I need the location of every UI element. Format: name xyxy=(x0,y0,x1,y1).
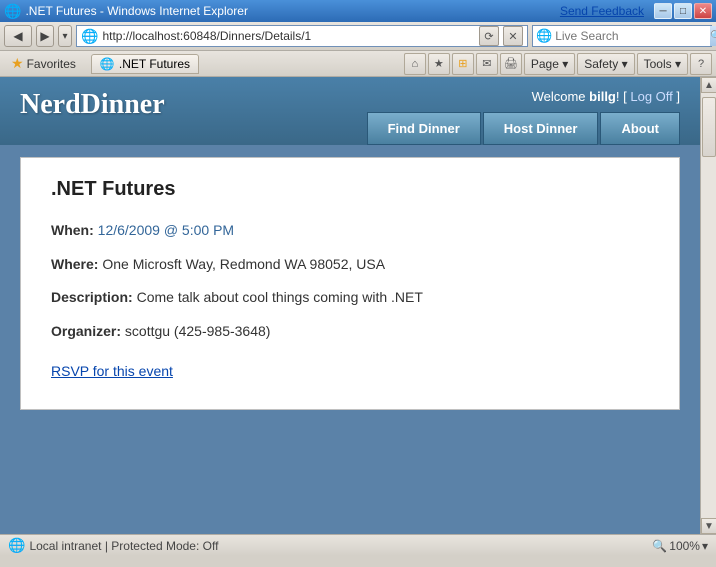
address-bar: 🌐 ⟳ ✕ xyxy=(76,25,528,47)
forward-button[interactable]: ▶ xyxy=(36,25,54,47)
status-bar: 🌐 Local intranet | Protected Mode: Off 🔍… xyxy=(0,534,716,556)
log-off-link[interactable]: Log Off xyxy=(630,89,672,104)
search-input[interactable] xyxy=(555,29,710,43)
title-bar-left: 🌐 .NET Futures - Windows Internet Explor… xyxy=(4,3,248,20)
bracket-close: ] xyxy=(673,89,680,104)
stop-button[interactable]: ✕ xyxy=(503,26,523,46)
send-feedback-link[interactable]: Send Feedback xyxy=(560,4,644,18)
favorites-icon2[interactable]: ★ xyxy=(428,53,450,75)
organizer-label: Organizer: xyxy=(51,323,121,339)
zoom-button[interactable]: 🔍 100% ▾ xyxy=(652,539,708,553)
favorites-label: Favorites xyxy=(27,57,76,71)
address-input[interactable] xyxy=(102,29,475,43)
tab-label: .NET Futures xyxy=(119,57,190,71)
organizer-value: scottgu (425-985-3648) xyxy=(125,323,271,339)
safety-button[interactable]: Safety ▾ xyxy=(577,53,634,75)
zone-globe-icon: 🌐 xyxy=(8,537,25,554)
when-label: When: xyxy=(51,222,94,238)
maximize-button[interactable]: □ xyxy=(674,3,692,19)
header-right: Welcome billg! [ Log Off ] Find Dinner H… xyxy=(367,89,680,145)
username: billg xyxy=(589,89,616,104)
minimize-button[interactable]: ─ xyxy=(654,3,672,19)
description-label: Description: xyxy=(51,289,133,305)
title-bar-controls: Send Feedback ─ □ ✕ xyxy=(560,3,712,19)
scroll-up-arrow[interactable]: ▲ xyxy=(701,77,716,93)
app-logo: NerdDinner xyxy=(20,89,165,121)
when-field: When: 12/6/2009 @ 5:00 PM xyxy=(51,221,649,241)
status-left: 🌐 Local intranet | Protected Mode: Off xyxy=(8,537,644,554)
tools-button[interactable]: Tools ▾ xyxy=(637,53,688,75)
search-bar: 🌐 🔍 xyxy=(532,25,712,47)
favorites-bar: ★ Favorites 🌐 .NET Futures ⌂ ★ ⊞ ✉ 🖨 Pag… xyxy=(0,51,716,77)
scroll-thumb[interactable] xyxy=(702,97,716,157)
dinner-title: .NET Futures xyxy=(51,178,649,201)
where-value: One Microsft Way, Redmond WA 98052, USA xyxy=(102,256,385,272)
favorites-button[interactable]: ★ Favorites xyxy=(4,52,83,75)
scroll-track[interactable] xyxy=(701,93,716,518)
content-body: .NET Futures When: 12/6/2009 @ 5:00 PM W… xyxy=(0,145,700,430)
where-label: Where: xyxy=(51,256,98,272)
rss-icon[interactable]: ⊞ xyxy=(452,53,474,75)
close-button[interactable]: ✕ xyxy=(694,3,712,19)
zoom-icon: 🔍 xyxy=(652,539,667,553)
when-value: 12/6/2009 @ 5:00 PM xyxy=(98,222,234,238)
address-ie-icon: 🌐 xyxy=(81,28,98,45)
welcome-text: Welcome xyxy=(532,89,590,104)
print-icon[interactable]: 🖨 xyxy=(500,53,522,75)
rsvp-link[interactable]: RSVP for this event xyxy=(51,363,173,379)
toolbar-icons-right: ⌂ ★ ⊞ ✉ 🖨 Page ▾ Safety ▾ Tools ▾ ? xyxy=(404,53,712,75)
scrollbar: ▲ ▼ xyxy=(700,77,716,534)
app-header: NerdDinner Welcome billg! [ Log Off ] Fi… xyxy=(0,77,700,145)
scroll-down-arrow[interactable]: ▼ xyxy=(701,518,716,534)
status-right: 🔍 100% ▾ xyxy=(652,539,708,553)
mail-icon[interactable]: ✉ xyxy=(476,53,498,75)
about-button[interactable]: About xyxy=(600,112,680,145)
favorites-star-icon: ★ xyxy=(11,55,24,72)
search-submit-button[interactable]: 🔍 xyxy=(710,26,716,46)
title-bar: 🌐 .NET Futures - Windows Internet Explor… xyxy=(0,0,716,22)
organizer-field: Organizer: scottgu (425-985-3648) xyxy=(51,322,649,342)
description-field: Description: Come talk about cool things… xyxy=(51,288,649,308)
page-area: NerdDinner Welcome billg! [ Log Off ] Fi… xyxy=(0,77,700,534)
zoom-level: 100% xyxy=(669,539,700,553)
ie-search-icon: 🌐 xyxy=(533,28,555,44)
browser-tab[interactable]: 🌐 .NET Futures xyxy=(91,54,199,74)
address-toolbar: ◀ ▶ ▾ 🌐 ⟳ ✕ 🌐 🔍 xyxy=(0,22,716,51)
description-value: Come talk about cool things coming with … xyxy=(137,289,423,305)
back-button[interactable]: ◀ xyxy=(4,25,32,47)
home-icon[interactable]: ⌂ xyxy=(404,53,426,75)
find-dinner-button[interactable]: Find Dinner xyxy=(367,112,481,145)
host-dinner-button[interactable]: Host Dinner xyxy=(483,112,599,145)
nav-buttons: Find Dinner Host Dinner About xyxy=(367,112,680,145)
exclamation: ! xyxy=(616,89,620,104)
welcome-bar: Welcome billg! [ Log Off ] xyxy=(532,89,680,104)
zone-text: Local intranet | Protected Mode: Off xyxy=(29,539,218,553)
ie-logo-icon: 🌐 xyxy=(4,3,21,20)
help-icon[interactable]: ? xyxy=(690,53,712,75)
refresh-button[interactable]: ⟳ xyxy=(479,26,499,46)
dinner-card: .NET Futures When: 12/6/2009 @ 5:00 PM W… xyxy=(20,157,680,410)
window-title: .NET Futures - Windows Internet Explorer xyxy=(25,4,248,18)
zoom-arrow-icon: ▾ xyxy=(702,539,708,553)
down-arrow-button[interactable]: ▾ xyxy=(58,25,72,47)
browser-content: NerdDinner Welcome billg! [ Log Off ] Fi… xyxy=(0,77,716,534)
page-button[interactable]: Page ▾ xyxy=(524,53,575,75)
tab-ie-icon: 🌐 xyxy=(100,57,115,71)
where-field: Where: One Microsft Way, Redmond WA 9805… xyxy=(51,255,649,275)
